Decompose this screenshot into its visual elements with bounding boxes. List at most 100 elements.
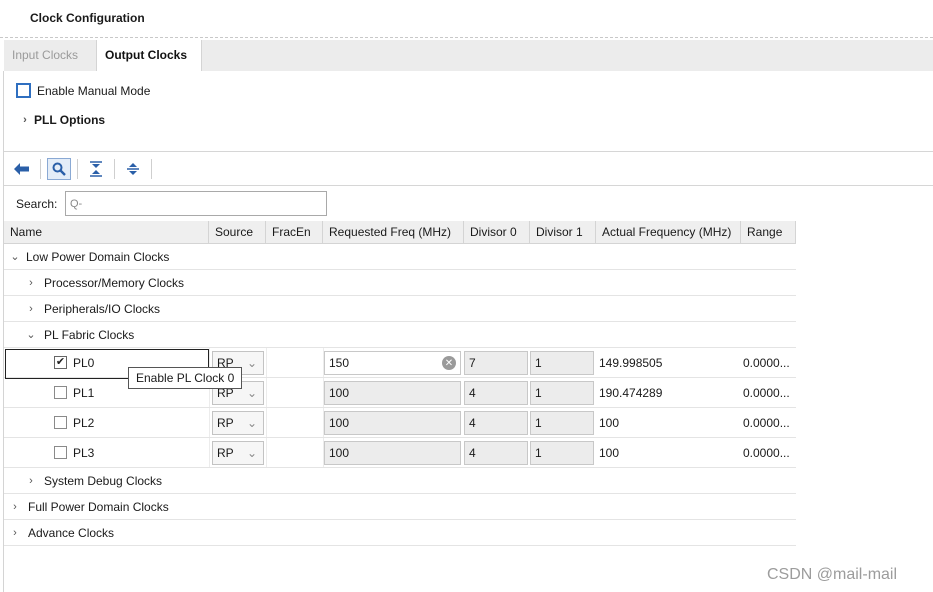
divisor1-field: 1	[530, 381, 594, 405]
chevron-down-icon[interactable]: ⌄	[24, 328, 38, 341]
toolbar-separator	[40, 159, 41, 179]
expand-all-button[interactable]	[121, 158, 145, 180]
pl1-checkbox[interactable]	[54, 386, 67, 399]
manual-mode-option[interactable]: Enable Manual Mode	[16, 83, 150, 98]
range-value: 0.0000...	[743, 356, 790, 370]
actual-frequency: 100	[599, 416, 620, 430]
column-header-range[interactable]: Range	[741, 221, 796, 244]
divisor0-field: 4	[464, 441, 528, 465]
tab-output-clocks[interactable]: Output Clocks	[96, 40, 202, 71]
pl-clock-name: PL1	[73, 385, 95, 400]
toolbar-separator	[77, 159, 78, 179]
actual-frequency: 190.474289	[599, 386, 663, 400]
back-icon	[14, 163, 29, 175]
tree-row-system-debug[interactable]: › System Debug Clocks	[4, 468, 796, 494]
clock-table: Name Source FracEn Requested Freq (MHz) …	[4, 221, 796, 546]
pll-options-label: PLL Options	[34, 113, 106, 127]
back-button[interactable]	[10, 158, 34, 180]
requested-freq-field: 100	[324, 441, 461, 465]
column-header-divisor0[interactable]: Divisor 0	[464, 221, 530, 244]
tree-label: System Debug Clocks	[44, 473, 163, 488]
column-header-source[interactable]: Source	[209, 221, 266, 244]
search-icon	[52, 162, 66, 176]
chevron-down-icon[interactable]: ⌄	[8, 250, 22, 263]
title-divider	[0, 37, 933, 38]
search-placeholder: Q-	[70, 197, 83, 210]
tree-label: Advance Clocks	[28, 525, 115, 540]
search-toggle-button[interactable]	[47, 158, 71, 180]
toolbar-separator	[151, 159, 152, 179]
column-header-requested-freq[interactable]: Requested Freq (MHz)	[323, 221, 464, 244]
source-select[interactable]: RP ⌄	[212, 441, 264, 465]
table-header: Name Source FracEn Requested Freq (MHz) …	[4, 221, 796, 244]
actual-frequency: 100	[599, 446, 620, 460]
tree-row-peripherals-io[interactable]: › Peripherals/IO Clocks	[4, 296, 796, 322]
divisor1-field: 1	[530, 441, 594, 465]
tree-row-advance[interactable]: › Advance Clocks	[4, 520, 796, 546]
tree-label: Processor/Memory Clocks	[44, 275, 185, 290]
chevron-right-icon[interactable]: ›	[8, 527, 22, 539]
collapse-all-icon	[90, 161, 102, 177]
requested-freq-field: 100	[324, 381, 461, 405]
tree-row-low-power[interactable]: ⌄ Low Power Domain Clocks	[4, 244, 796, 270]
watermark: CSDN @mail-mail	[767, 566, 898, 583]
manual-mode-checkbox[interactable]	[16, 83, 31, 98]
range-value: 0.0000...	[743, 386, 790, 400]
divisor1-field: 1	[530, 411, 594, 435]
tree-label: Low Power Domain Clocks	[26, 249, 170, 264]
column-header-divisor1[interactable]: Divisor 1	[530, 221, 596, 244]
chevron-down-icon: ⌄	[246, 446, 257, 460]
source-value: RP	[217, 446, 234, 460]
chevron-right-icon[interactable]: ›	[18, 114, 32, 126]
tab-bar: Input Clocks Output Clocks	[4, 40, 933, 71]
divisor0-field: 7	[464, 351, 528, 375]
pl3-checkbox[interactable]	[54, 446, 67, 459]
chevron-right-icon[interactable]: ›	[24, 277, 38, 289]
table-row-pl3[interactable]: PL3 RP ⌄ 100 4 1 100 0.0000...	[4, 438, 796, 468]
chevron-right-icon[interactable]: ›	[24, 475, 38, 487]
window-title: Clock Configuration	[30, 11, 145, 25]
tree-label: PL Fabric Clocks	[44, 327, 135, 342]
chevron-down-icon: ⌄	[246, 386, 257, 400]
tree-row-processor-memory[interactable]: › Processor/Memory Clocks	[4, 270, 796, 296]
tree-row-pl-fabric[interactable]: ⌄ PL Fabric Clocks	[4, 322, 796, 348]
source-select[interactable]: RP ⌄	[212, 411, 264, 435]
range-value: 0.0000...	[743, 446, 790, 460]
toolbar-separator	[114, 159, 115, 179]
section-divider	[4, 185, 933, 186]
requested-freq-value: 150	[329, 356, 350, 370]
section-divider	[4, 151, 933, 152]
tree-label: Peripherals/IO Clocks	[44, 301, 161, 316]
pl2-checkbox[interactable]	[54, 416, 67, 429]
table-row-pl1[interactable]: PL1 RP ⌄ 100 4 1 190.474289 0.0000...	[4, 378, 796, 408]
pl-clock-name: PL3	[73, 445, 95, 460]
tree-label: Full Power Domain Clocks	[28, 499, 169, 514]
source-value: RP	[217, 416, 234, 430]
collapse-all-button[interactable]	[84, 158, 108, 180]
column-header-fracen[interactable]: FracEn	[266, 221, 323, 244]
chevron-down-icon: ⌄	[246, 356, 257, 370]
divisor1-field: 1	[530, 351, 594, 375]
divisor0-field: 4	[464, 381, 528, 405]
table-row-pl2[interactable]: PL2 RP ⌄ 100 4 1 100 0.0000...	[4, 408, 796, 438]
search-input[interactable]: Q-	[65, 191, 327, 216]
expand-all-icon	[127, 163, 139, 175]
chevron-right-icon[interactable]: ›	[8, 501, 22, 513]
pl-clock-name: PL2	[73, 415, 95, 430]
pll-options-section[interactable]: › PLL Options	[18, 113, 105, 127]
divisor0-field: 4	[464, 411, 528, 435]
chevron-down-icon: ⌄	[246, 416, 257, 430]
search-label: Search:	[16, 197, 58, 211]
column-header-actual-frequency[interactable]: Actual Frequency (MHz)	[596, 221, 741, 244]
tab-input-clocks[interactable]: Input Clocks	[4, 40, 96, 71]
tree-toolbar	[10, 157, 158, 181]
clear-icon[interactable]: ✕	[442, 356, 456, 370]
range-value: 0.0000...	[743, 416, 790, 430]
requested-freq-input[interactable]: 150 ✕	[324, 351, 461, 375]
requested-freq-field: 100	[324, 411, 461, 435]
tooltip: Enable PL Clock 0	[128, 367, 243, 389]
column-header-name[interactable]: Name	[4, 221, 209, 244]
actual-frequency: 149.998505	[599, 356, 663, 370]
tree-row-full-power[interactable]: › Full Power Domain Clocks	[4, 494, 796, 520]
chevron-right-icon[interactable]: ›	[24, 303, 38, 315]
